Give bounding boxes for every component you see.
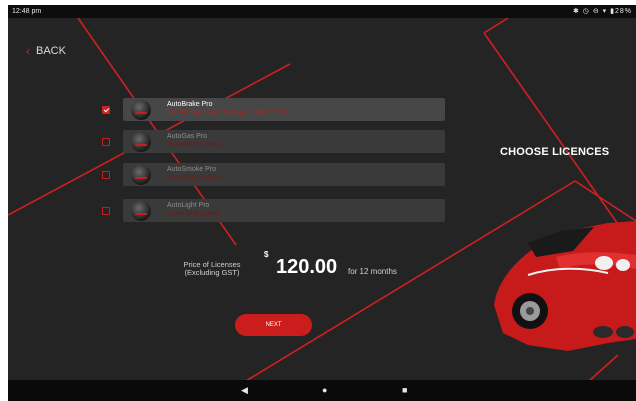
alarm-icon: ◷	[582, 8, 590, 15]
status-bar: 12:48 pm ✱ ◷ ⊖ ▾ ▮28%	[8, 5, 636, 18]
nav-recents-icon[interactable]: ■	[402, 385, 407, 396]
back-button[interactable]: ‹ BACK	[26, 45, 66, 57]
app-screen: 12:48 pm ✱ ◷ ⊖ ▾ ▮28% ‹ BACK CHOOSE LICE…	[8, 5, 636, 401]
nav-home-icon[interactable]: ●	[322, 385, 327, 396]
autolight-logo-icon	[131, 201, 151, 221]
price-label: Price of Licenses (Excluding GST)	[176, 261, 248, 277]
back-label: BACK	[36, 45, 66, 57]
bluetooth-icon: ✱	[572, 8, 580, 15]
autobrake-logo-icon	[131, 100, 151, 120]
autogas-logo-icon	[131, 132, 151, 152]
licence-checkbox-autosmoke[interactable]	[102, 171, 110, 179]
licence-card-autosmoke[interactable]: AutoSmoke Pro Unavailable Licence	[123, 163, 445, 186]
android-nav-bar: ◀ ● ■	[8, 380, 636, 401]
licence-status: Unavailable Licence	[167, 211, 221, 217]
car-image	[494, 221, 636, 351]
autosmoke-logo-icon	[131, 165, 151, 185]
price-period: for 12 months	[348, 267, 397, 276]
licence-name: AutoBrake Pro	[167, 101, 213, 108]
wifi-icon: ▾	[602, 8, 608, 15]
sync-icon: ⊖	[592, 8, 600, 15]
price-label-line2: (Excluding GST)	[184, 268, 240, 277]
status-icons: ✱ ◷ ⊖ ▾ ▮28%	[573, 5, 632, 18]
chevron-left-icon: ‹	[26, 44, 30, 58]
price-amount: 120.00	[276, 256, 338, 278]
licence-checkbox-autolight[interactable]	[102, 207, 110, 215]
licence-name: AutoSmoke Pro	[167, 166, 217, 173]
licence-card-autolight[interactable]: AutoLight Pro Unavailable Licence	[123, 199, 445, 222]
licence-checkbox-autobrake[interactable]	[102, 106, 110, 114]
status-time: 12:48 pm	[12, 8, 42, 15]
licence-card-autobrake[interactable]: AutoBrake Pro Current Expiry Date: Monda…	[123, 98, 445, 121]
price-currency: $	[264, 250, 269, 259]
licence-name: AutoGas Pro	[167, 133, 208, 140]
licence-checkbox-autogas[interactable]	[102, 138, 110, 146]
licence-card-autogas[interactable]: AutoGas Pro Unavailable Licence	[123, 130, 445, 153]
nav-back-icon[interactable]: ◀	[241, 385, 248, 396]
licence-status: Current Expiry Date: Monday, 13 March 20…	[167, 110, 288, 116]
licence-status: Unavailable Licence	[167, 175, 221, 181]
battery-text: 28%	[614, 8, 632, 15]
licence-name: AutoLight Pro	[167, 202, 210, 209]
next-button[interactable]: NEXT	[235, 314, 312, 336]
licence-status: Unavailable Licence	[167, 142, 221, 148]
page-title: CHOOSE LICENCES	[500, 146, 610, 158]
